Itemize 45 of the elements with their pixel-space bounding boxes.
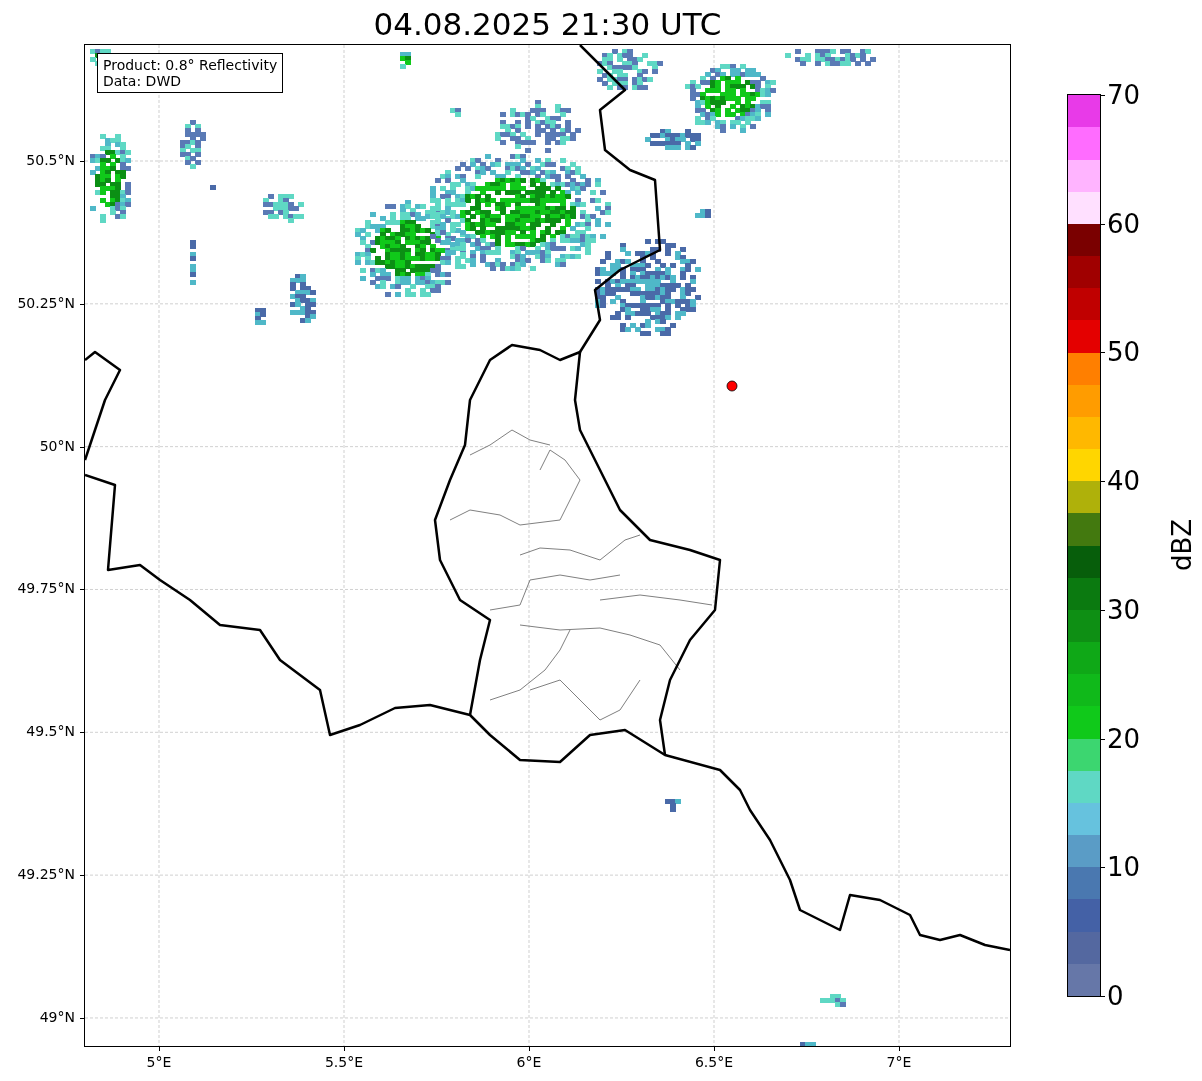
longitude-label: 7°E <box>885 1054 913 1070</box>
colorbar-unit-label: dBZ <box>1167 518 1198 572</box>
latitude-label: 50°N <box>39 437 75 454</box>
latitude-label: 49.25°N <box>17 866 75 883</box>
colorbar-label: 40 <box>1107 466 1141 497</box>
tick-mark <box>1100 223 1105 225</box>
tick-mark <box>1100 867 1105 869</box>
tick-mark <box>714 1046 715 1051</box>
tick-mark <box>1100 609 1105 611</box>
location-marker-icon <box>726 380 738 392</box>
tick-mark <box>80 161 85 162</box>
tick-mark <box>80 1017 85 1019</box>
tick-mark <box>1100 95 1105 96</box>
tick-mark <box>80 446 85 448</box>
colorbar-label: 50 <box>1107 337 1141 368</box>
tick-mark <box>80 875 85 877</box>
info-text: Data: DWD <box>103 73 182 89</box>
longitude-label: 5.5°E <box>323 1054 365 1070</box>
tick-mark <box>899 1046 900 1051</box>
colorbar-label: 0 <box>1107 981 1124 1011</box>
tick-mark <box>80 303 85 305</box>
tick-mark <box>344 1046 345 1051</box>
colorbar-label: 70 <box>1107 80 1141 110</box>
latitude-label: 50.5°N <box>26 152 75 168</box>
colorbar-label: 60 <box>1107 208 1141 239</box>
tick-mark <box>1100 996 1105 997</box>
tick-mark <box>80 589 85 591</box>
latitude-label: 49°N <box>39 1008 75 1025</box>
tick-mark <box>1100 738 1105 740</box>
chart-title: 04.08.2025 21:30 UTC <box>372 5 723 44</box>
tick-mark <box>529 1046 530 1051</box>
tick-mark <box>1100 352 1105 354</box>
tick-mark <box>1100 481 1105 483</box>
longitude-label: 5°E <box>145 1054 173 1070</box>
info-text: Product: 0.8° Reflectivity <box>103 57 278 73</box>
colorbar-label: 10 <box>1107 852 1141 883</box>
tick-mark <box>159 1046 160 1051</box>
colorbar-label: 20 <box>1107 723 1141 754</box>
tick-mark <box>80 732 85 734</box>
latitude-label: 50.25°N <box>17 294 75 311</box>
colorbar-label: 30 <box>1107 594 1141 625</box>
latitude-label: 49.5°N <box>26 723 75 740</box>
longitude-label: 6.5°E <box>693 1054 735 1070</box>
latitude-label: 49.75°N <box>17 580 75 597</box>
longitude-label: 6°E <box>515 1054 543 1070</box>
